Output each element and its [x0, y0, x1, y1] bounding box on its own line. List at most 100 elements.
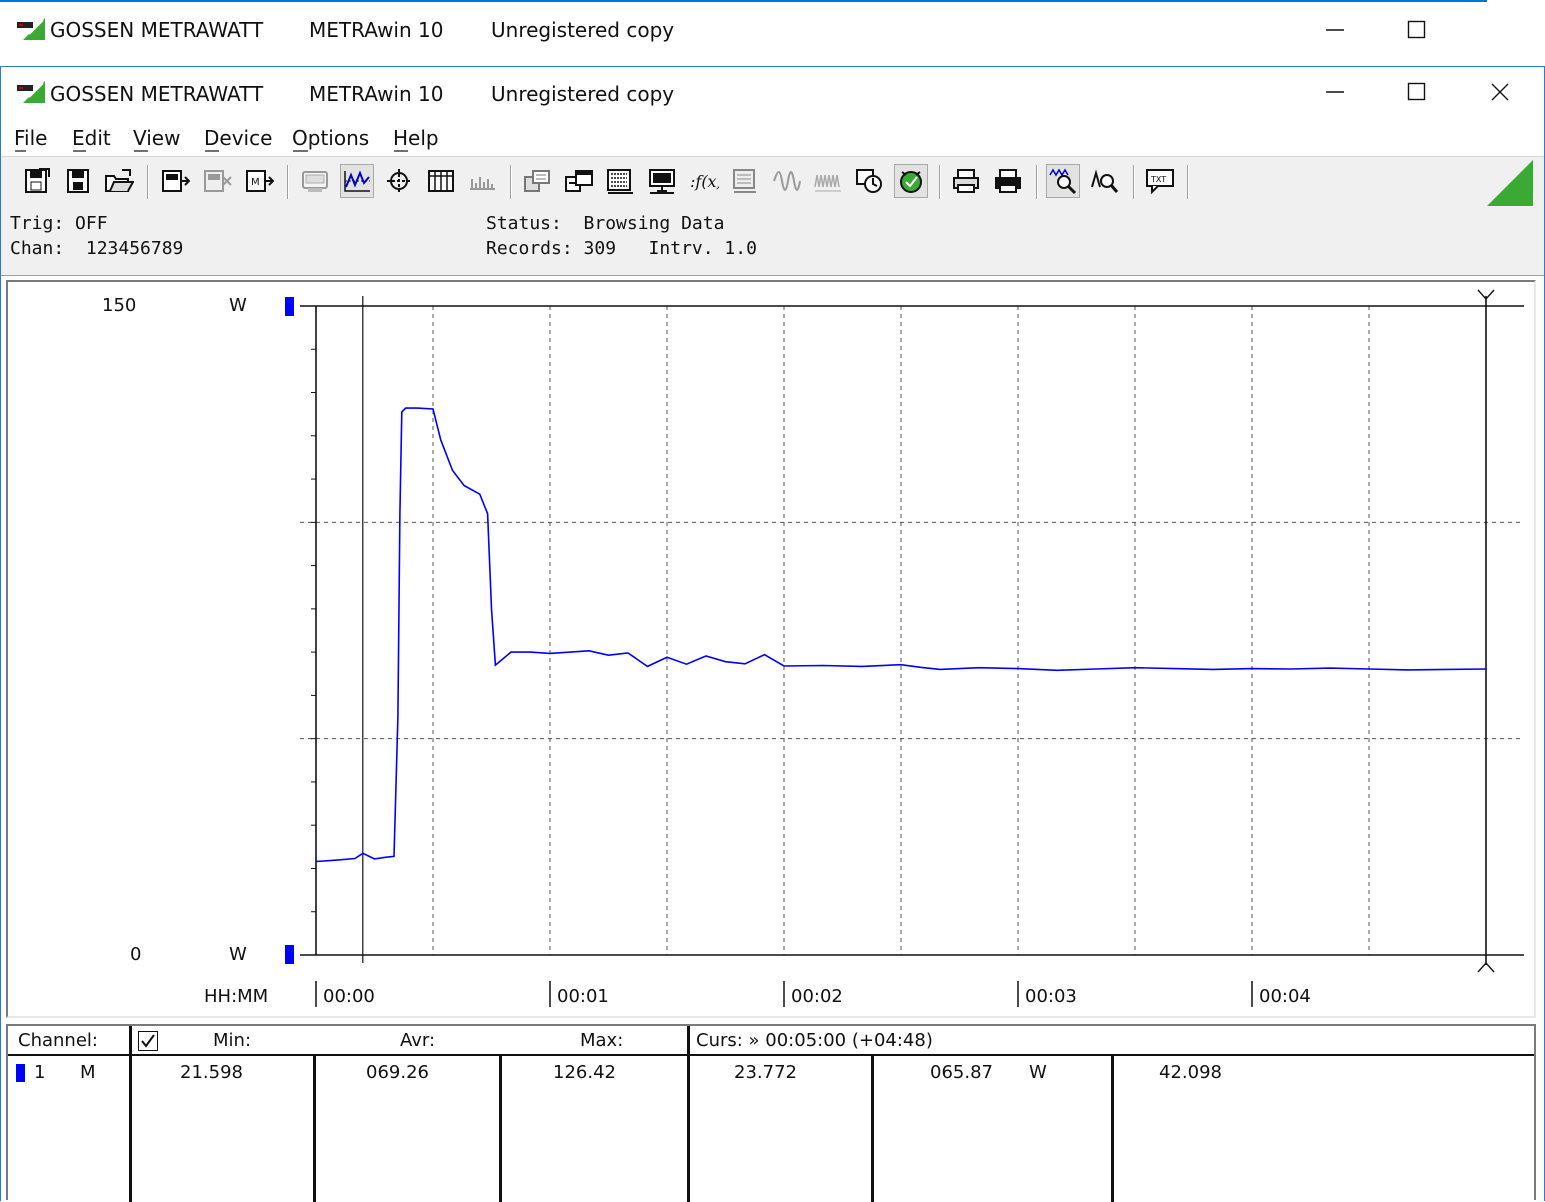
- maximize-icon: [1407, 82, 1426, 101]
- online-graph-icon[interactable]: [340, 164, 374, 198]
- y-max-label: 150: [102, 295, 136, 316]
- window-titlebar: GOSSEN METRAWATT METRAwin 10 Unregistere…: [0, 66, 1545, 120]
- minimize-button[interactable]: [1305, 8, 1365, 52]
- print-preview-icon[interactable]: [991, 164, 1025, 198]
- statistics-table: Channel: Min: Avr: Max: Curs: » 00:05:00…: [6, 1024, 1536, 1202]
- save-icon[interactable]: [20, 164, 54, 198]
- minimize-button[interactable]: [1305, 70, 1365, 114]
- device-config-icon[interactable]: [200, 164, 234, 198]
- grid-data-icon[interactable]: [603, 164, 637, 198]
- x-tick-label-2: 00:02: [791, 986, 843, 1007]
- green-status-icon[interactable]: [894, 164, 928, 198]
- channel-checkbox[interactable]: [138, 1031, 158, 1051]
- clock-icon[interactable]: [853, 164, 887, 198]
- row-max-value: 126.42: [553, 1062, 616, 1083]
- header-max: Max:: [580, 1030, 624, 1051]
- header-cursor: Curs: » 00:05:00 (+04:48): [696, 1030, 933, 1051]
- svg-text:M: M: [251, 177, 260, 188]
- zoom-cursor-icon[interactable]: [1088, 164, 1122, 198]
- channel-bottom-marker: [285, 945, 294, 964]
- window-app-name: METRAwin 10: [309, 82, 444, 106]
- menu-bar: File Edit View Device Options Help: [1, 120, 1544, 156]
- y-min-unit: W: [229, 944, 247, 965]
- size-grip-icon: [1487, 160, 1533, 206]
- minimize-icon: [1326, 29, 1344, 31]
- device-read-icon[interactable]: [158, 164, 192, 198]
- window-app-name: METRAwin 10: [309, 18, 444, 42]
- row-cursor-value-3: 42.098: [1159, 1062, 1222, 1083]
- toolbar: M :f(x): [1, 156, 1544, 210]
- y-min-label: 0: [130, 944, 141, 965]
- chart-panel[interactable]: 150 W 0 W HH:MM 00:00 00:01 00:02 00:03 00:0…: [6, 280, 1536, 1018]
- crosshair-icon[interactable]: [382, 164, 416, 198]
- x-tick-label-0: 00:00: [323, 986, 375, 1007]
- background-window-titlebar: GOSSEN METRAWATT METRAwin 10 Unregistere…: [0, 0, 1487, 66]
- open-folder-icon[interactable]: [102, 164, 136, 198]
- channel-list: Chan: 123456789: [10, 238, 184, 259]
- formula-icon[interactable]: :f(x): [687, 164, 721, 198]
- comment-icon[interactable]: TXT: [1143, 164, 1177, 198]
- header-avr: Avr:: [400, 1030, 436, 1051]
- bar-scale-icon[interactable]: [465, 164, 499, 198]
- gossen-logo-icon: [17, 18, 45, 40]
- row-cursor-value-1: 23.772: [734, 1062, 797, 1083]
- svg-text::f(x): :f(x): [690, 172, 719, 191]
- svg-text:TXT: TXT: [1150, 175, 1166, 184]
- menu-help[interactable]: Help: [393, 126, 439, 150]
- waveform-icon[interactable]: [770, 164, 804, 198]
- menu-edit[interactable]: Edit: [72, 126, 111, 150]
- menu-file[interactable]: File: [14, 126, 47, 150]
- browse-status: Status: Browsing Data: [486, 213, 725, 234]
- menu-mnemonic-underlines: [15, 150, 408, 152]
- row-channel-number: 1: [34, 1062, 46, 1083]
- window-brand: GOSSEN METRAWATT: [50, 82, 264, 106]
- window-brand: GOSSEN METRAWATT: [50, 18, 264, 42]
- close-icon: [1491, 83, 1509, 101]
- gossen-logo-icon: [17, 81, 45, 103]
- zoom-wave-icon[interactable]: [1046, 164, 1080, 198]
- x-tick-label-3: 00:03: [1025, 986, 1077, 1007]
- menu-options[interactable]: Options: [292, 126, 369, 150]
- check-icon: [141, 1034, 155, 1048]
- close-button[interactable]: [1470, 70, 1530, 114]
- chart-grid: [300, 306, 1524, 955]
- row-unit: W: [1029, 1062, 1047, 1083]
- row-min-value: 21.598: [180, 1062, 243, 1083]
- x-axis-label: HH:MM: [204, 986, 268, 1007]
- menu-device[interactable]: Device: [204, 126, 272, 150]
- header-min: Min:: [213, 1030, 252, 1051]
- printer-icon[interactable]: [949, 164, 983, 198]
- x-tick-labels: 00:00 00:01 00:02 00:03 00:04: [315, 981, 1311, 1007]
- device-memory-icon[interactable]: M: [242, 164, 276, 198]
- maximize-button[interactable]: [1387, 70, 1447, 114]
- maximize-icon: [1407, 20, 1426, 39]
- maximize-button[interactable]: [1387, 8, 1447, 52]
- trigger-status: Trig: OFF: [10, 213, 108, 234]
- row-cursor-value-2: 065.87: [930, 1062, 993, 1083]
- save-as-icon[interactable]: [62, 164, 96, 198]
- waveform-dim-icon[interactable]: [811, 164, 845, 198]
- computer-icon[interactable]: [645, 164, 679, 198]
- multi-window-icon[interactable]: [562, 164, 596, 198]
- y-max-unit: W: [229, 295, 247, 316]
- table-icon[interactable]: [424, 164, 458, 198]
- x-tick-label-1: 00:01: [557, 986, 609, 1007]
- chart-cursors: [362, 289, 1495, 973]
- device-list-icon[interactable]: [728, 164, 762, 198]
- export-icon[interactable]: [520, 164, 554, 198]
- display-icon[interactable]: [298, 164, 332, 198]
- row-avr-value: 069.26: [366, 1062, 429, 1083]
- row-channel-mode: M: [80, 1062, 96, 1083]
- status-panel: Trig: OFF Chan: 123456789 Status: Browsi…: [1, 209, 1544, 276]
- menu-view[interactable]: View: [133, 126, 180, 150]
- channel-color-marker: [16, 1064, 25, 1082]
- window-license: Unregistered copy: [491, 18, 675, 42]
- channel-top-marker: [285, 297, 294, 316]
- chart-axes: [300, 305, 1524, 956]
- header-channel: Channel:: [18, 1030, 98, 1051]
- records-interval: Records: 309 Intrv. 1.0: [486, 238, 757, 259]
- x-tick-label-4: 00:04: [1259, 986, 1311, 1007]
- power-chart[interactable]: 150 W 0 W HH:MM 00:00 00:01 00:02 00:03 00:0…: [8, 282, 1534, 1016]
- minimize-icon: [1326, 91, 1344, 93]
- window-license: Unregistered copy: [491, 82, 675, 106]
